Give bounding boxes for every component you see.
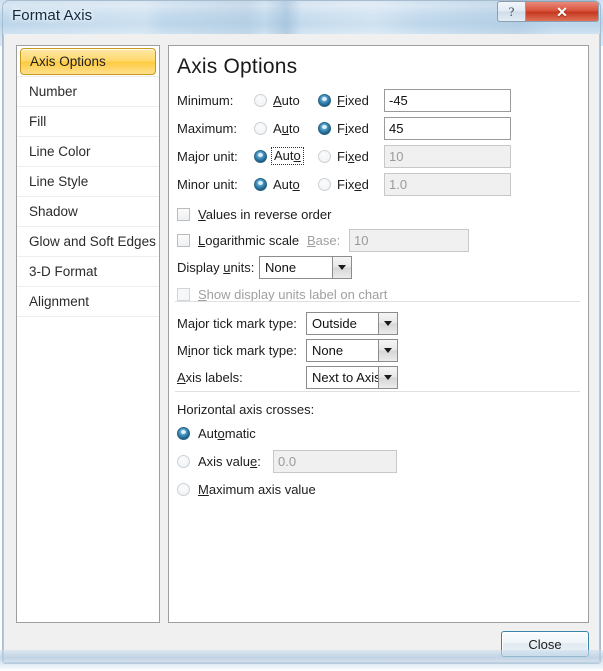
axis-labels-row: Axis labels: Next to Axis	[169, 365, 589, 390]
crosses-maximum-label[interactable]: Maximum axis value	[198, 477, 316, 502]
major-unit-fixed-label[interactable]: Fixed	[337, 144, 369, 169]
crosses-axis-value-row[interactable]: Axis value: 0.0	[169, 449, 589, 474]
minimum-fixed-label[interactable]: Fixed	[337, 88, 369, 113]
show-display-units-label-text: Show display units label on chart	[198, 282, 387, 307]
major-unit-fixed-radio[interactable]	[318, 150, 331, 163]
close-button[interactable]: Close	[501, 631, 589, 657]
axis-labels-value: Next to Axis	[312, 367, 381, 388]
sidebar-item-glow-and-soft-edges[interactable]: Glow and Soft Edges	[17, 227, 159, 257]
sidebar-item-3-d-format[interactable]: 3-D Format	[17, 257, 159, 287]
sidebar-item-line-style[interactable]: Line Style	[17, 167, 159, 197]
sidebar-item-shadow[interactable]: Shadow	[17, 197, 159, 227]
logarithmic-scale-label[interactable]: Logarithmic scale	[198, 228, 299, 253]
log-base-label: Base:	[307, 228, 340, 253]
values-reverse-order-row[interactable]: Values in reverse order	[169, 202, 589, 227]
chevron-down-icon[interactable]	[378, 313, 397, 334]
dialog-body: Axis Options Number Fill Line Color Line…	[3, 34, 600, 663]
minimum-value-input[interactable]: -45	[384, 89, 511, 112]
minor-tick-label: Minor tick mark type:	[177, 338, 297, 363]
maximum-fixed-label[interactable]: Fixed	[337, 116, 369, 141]
sidebar-item-alignment[interactable]: Alignment	[17, 287, 159, 317]
horizontal-axis-crosses-label: Horizontal axis crosses:	[177, 397, 314, 422]
crosses-axis-value-label[interactable]: Axis value:	[198, 449, 261, 474]
minor-unit-row: Minor unit: Auto Fixed 1.0	[169, 172, 589, 197]
major-unit-value-input[interactable]: 10	[384, 145, 511, 168]
minor-unit-label: Minor unit:	[177, 172, 238, 197]
crosses-automatic-row[interactable]: Automatic	[169, 421, 589, 446]
minor-tick-value: None	[312, 340, 343, 361]
major-tick-row: Major tick mark type: Outside	[169, 311, 589, 336]
sidebar-item-line-color[interactable]: Line Color	[17, 137, 159, 167]
crosses-maximum-row[interactable]: Maximum axis value	[169, 477, 589, 502]
maximum-label: Maximum:	[177, 116, 237, 141]
chevron-down-icon[interactable]	[332, 257, 351, 278]
major-tick-label: Major tick mark type:	[177, 311, 297, 336]
crosses-axis-value-radio[interactable]	[177, 455, 190, 468]
minor-tick-dropdown[interactable]: None	[306, 339, 398, 362]
minor-unit-auto-label[interactable]: Auto	[273, 172, 300, 197]
maximum-row: Maximum: Auto Fixed 45	[169, 116, 589, 141]
major-unit-row: Major unit: Auto Fixed 10	[169, 144, 589, 169]
minor-tick-row: Minor tick mark type: None	[169, 338, 589, 363]
display-units-value: None	[265, 257, 296, 278]
major-tick-value: Outside	[312, 313, 357, 334]
minimum-row: Minimum: Auto Fixed -45	[169, 88, 589, 113]
crosses-axis-value-input[interactable]: 0.0	[273, 450, 397, 473]
category-list[interactable]: Axis Options Number Fill Line Color Line…	[16, 45, 160, 623]
crosses-automatic-label[interactable]: Automatic	[198, 421, 256, 446]
minimum-auto-label[interactable]: Auto	[273, 88, 300, 113]
sidebar-item-axis-options[interactable]: Axis Options	[20, 48, 156, 75]
window-close-button[interactable]: ✕	[526, 1, 599, 22]
page-title: Axis Options	[177, 55, 297, 79]
minimum-auto-radio[interactable]	[254, 94, 267, 107]
crosses-automatic-radio[interactable]	[177, 427, 190, 440]
help-question-icon: ?	[509, 5, 515, 18]
logarithmic-scale-row[interactable]: Logarithmic scale Base: 10	[169, 228, 589, 253]
window-title: Format Axis	[12, 7, 92, 24]
title-bar[interactable]: Format Axis ? ✕	[0, 0, 603, 34]
display-units-label: Display units:	[177, 255, 254, 280]
values-reverse-order-checkbox[interactable]	[177, 208, 190, 221]
major-unit-auto-label[interactable]: Auto	[272, 148, 303, 164]
section-divider-2	[175, 391, 580, 392]
minor-unit-auto-radio[interactable]	[254, 178, 267, 191]
axis-labels-dropdown[interactable]: Next to Axis	[306, 366, 398, 389]
axis-options-panel: Axis Options Minimum: Auto Fixed -45 Max…	[168, 45, 589, 623]
chevron-down-icon[interactable]	[378, 367, 397, 388]
crosses-maximum-radio[interactable]	[177, 483, 190, 496]
minimum-label: Minimum:	[177, 88, 233, 113]
sidebar-item-fill[interactable]: Fill	[17, 107, 159, 137]
sidebar-item-number[interactable]: Number	[17, 77, 159, 107]
help-button[interactable]: ?	[497, 1, 526, 22]
display-units-dropdown[interactable]: None	[259, 256, 352, 279]
logarithmic-scale-checkbox[interactable]	[177, 234, 190, 247]
major-tick-dropdown[interactable]: Outside	[306, 312, 398, 335]
minimum-fixed-radio[interactable]	[318, 94, 331, 107]
log-base-input[interactable]: 10	[349, 229, 469, 252]
horizontal-axis-crosses-header-row: Horizontal axis crosses:	[169, 397, 589, 422]
show-display-units-label-checkbox[interactable]	[177, 288, 190, 301]
major-unit-auto-radio[interactable]	[254, 150, 267, 163]
show-display-units-label-row[interactable]: Show display units label on chart	[169, 282, 589, 307]
close-x-icon: ✕	[556, 5, 568, 19]
maximum-auto-radio[interactable]	[254, 122, 267, 135]
chevron-down-icon[interactable]	[378, 340, 397, 361]
display-units-row: Display units: None	[169, 255, 589, 280]
maximum-fixed-radio[interactable]	[318, 122, 331, 135]
minor-unit-fixed-label[interactable]: Fixed	[337, 172, 369, 197]
minor-unit-fixed-radio[interactable]	[318, 178, 331, 191]
format-axis-dialog: Format Axis ? ✕ Axis Options Number Fill…	[0, 0, 603, 671]
axis-labels-label: Axis labels:	[177, 365, 243, 390]
minor-unit-value-input[interactable]: 1.0	[384, 173, 511, 196]
values-reverse-order-label[interactable]: Values in reverse order	[198, 202, 331, 227]
maximum-auto-label[interactable]: Auto	[273, 116, 300, 141]
major-unit-label: Major unit:	[177, 144, 238, 169]
section-divider-1	[175, 301, 580, 302]
maximum-value-input[interactable]: 45	[384, 117, 511, 140]
